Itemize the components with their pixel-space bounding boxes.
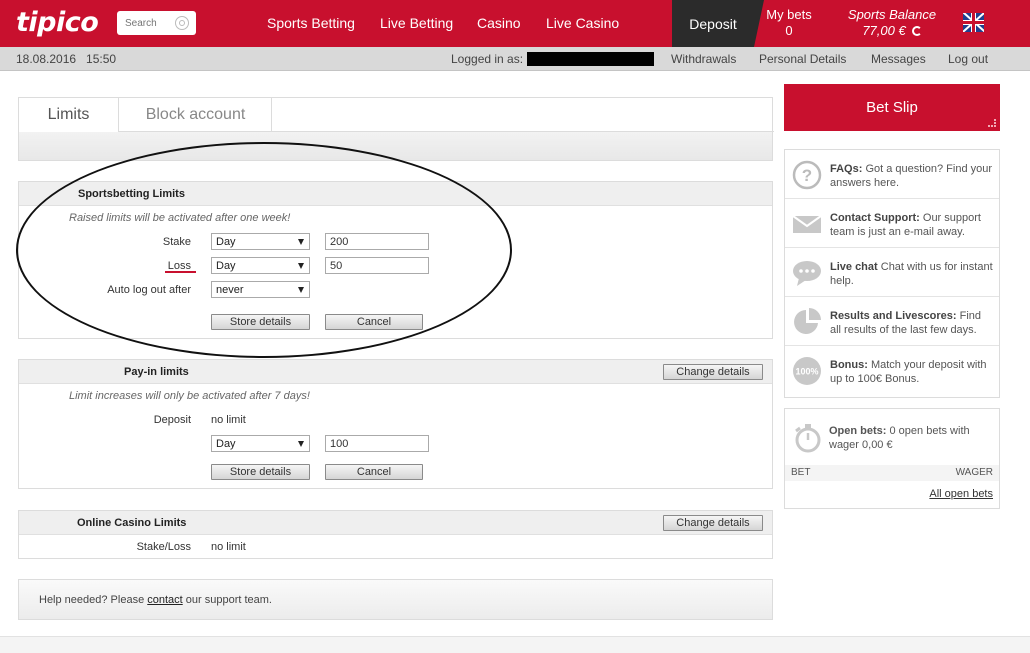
contact-link[interactable]: contact xyxy=(147,594,182,606)
redacted-username xyxy=(527,52,654,66)
uk-flag-icon[interactable] xyxy=(963,13,984,32)
chat-icon xyxy=(793,261,821,286)
account-bar: 18.08.2016 15:50 Logged in as: Withdrawa… xyxy=(0,47,1030,71)
withdrawals-link[interactable]: Withdrawals xyxy=(671,52,736,66)
casino-limits-section: Online Casino Limits Change details Stak… xyxy=(18,510,773,559)
messages-link[interactable]: Messages xyxy=(871,52,926,66)
bonus-item[interactable]: 100% Bonus: Match your deposit with up t… xyxy=(785,346,999,395)
bet-slip-label: Bet Slip xyxy=(866,99,918,116)
loss-period-select[interactable]: Day xyxy=(211,257,310,274)
contact-support-item[interactable]: Contact Support: Our support team is jus… xyxy=(785,199,999,248)
cancel-button[interactable]: Cancel xyxy=(325,464,423,480)
payin-amount-input[interactable] xyxy=(325,435,429,452)
open-bets-header: BET WAGER xyxy=(785,465,999,481)
search-icon[interactable] xyxy=(175,16,189,30)
my-bets-label: My bets xyxy=(766,7,812,22)
section-title: Sportsbetting Limits xyxy=(78,188,185,200)
my-bets-count: 0 xyxy=(785,23,793,38)
balance-value: 77,00 € xyxy=(862,23,906,38)
logout-link[interactable]: Log out xyxy=(948,52,988,66)
limits-note: Raised limits will be activated after on… xyxy=(69,212,291,224)
nav-sports-betting[interactable]: Sports Betting xyxy=(267,15,355,31)
top-header: tipico Sports Betting Live Betting Casin… xyxy=(0,0,1030,47)
balance-label: Sports Balance xyxy=(847,7,937,22)
svg-text:?: ? xyxy=(802,166,812,185)
bet-column-header: BET xyxy=(791,467,811,478)
sports-balance[interactable]: Sports Balance 77,00 € xyxy=(843,7,941,39)
logged-in-label: Logged in as: xyxy=(451,52,524,66)
pie-chart-icon xyxy=(794,308,821,334)
question-icon: ? xyxy=(792,160,822,190)
footer-strip xyxy=(0,636,1030,653)
section-title: Online Casino Limits xyxy=(77,517,187,529)
stake-loss-value: no limit xyxy=(211,541,246,553)
tab-limits[interactable]: Limits xyxy=(19,98,119,132)
payin-note: Limit increases will only be activated a… xyxy=(69,390,310,402)
deposit-value: no limit xyxy=(211,414,246,426)
stake-period-select[interactable]: Day xyxy=(211,233,310,250)
my-bets-button[interactable]: My bets 0 xyxy=(762,7,816,39)
resize-grip-icon xyxy=(988,119,996,127)
payin-period-select[interactable]: Day xyxy=(211,435,310,452)
tipico-logo[interactable]: tipico xyxy=(16,7,99,38)
personal-details-link[interactable]: Personal Details xyxy=(759,52,846,66)
chevron-down-icon xyxy=(298,239,304,245)
bonus-100-icon: 100% xyxy=(793,357,821,385)
sportsbetting-limits-section: Sportsbetting Limits Raised limits will … xyxy=(18,181,773,339)
wager-column-header: WAGER xyxy=(955,467,993,478)
section-title: Pay-in limits xyxy=(124,366,189,378)
autologout-label: Auto log out after xyxy=(107,284,191,296)
bet-slip-button[interactable]: Bet Slip xyxy=(784,84,1000,131)
stake-label: Stake xyxy=(162,236,191,248)
all-open-bets-link[interactable]: All open bets xyxy=(929,488,993,500)
cancel-button[interactable]: Cancel xyxy=(325,314,423,330)
help-box: Help needed? Please contact our support … xyxy=(18,579,773,620)
tabs-panel: Limits Block account xyxy=(18,97,774,161)
search-box[interactable] xyxy=(117,11,196,35)
nav-casino[interactable]: Casino xyxy=(477,15,521,31)
payin-limits-section: Pay-in limits Change details Limit incre… xyxy=(18,359,773,489)
chevron-down-icon xyxy=(298,263,304,269)
stopwatch-icon xyxy=(795,424,821,453)
chevron-down-icon xyxy=(298,441,304,447)
autologout-select[interactable]: never xyxy=(211,281,310,298)
support-info-box: ? FAQs: Got a question? Find your answer… xyxy=(784,149,1000,398)
help-text-suffix: our support team. xyxy=(182,594,272,606)
tab-block-account[interactable]: Block account xyxy=(120,98,272,131)
open-bets-box: Open bets: 0 open bets with wager 0,00 €… xyxy=(784,408,1000,509)
deposit-label: Deposit xyxy=(153,414,191,426)
live-chat-item[interactable]: Live chat Chat with us for instant help. xyxy=(785,248,999,297)
change-details-button[interactable]: Change details xyxy=(663,515,763,531)
loss-amount-input[interactable] xyxy=(325,257,429,274)
store-details-button[interactable]: Store details xyxy=(211,464,310,480)
results-livescores-item[interactable]: Results and Livescores: Find all results… xyxy=(785,297,999,346)
stake-loss-label: Stake/Loss xyxy=(136,541,191,553)
deposit-button[interactable]: Deposit xyxy=(672,0,764,47)
chevron-down-icon xyxy=(298,287,304,293)
change-details-button[interactable]: Change details xyxy=(663,364,763,380)
stake-amount-input[interactable] xyxy=(325,233,429,250)
nav-live-betting[interactable]: Live Betting xyxy=(380,15,453,31)
loss-underline-annotation xyxy=(165,271,196,273)
search-input[interactable] xyxy=(125,12,177,34)
refresh-icon[interactable] xyxy=(911,26,922,36)
date-time: 18.08.2016 15:50 xyxy=(16,52,117,66)
help-text: Help needed? Please xyxy=(39,594,148,606)
faq-item[interactable]: ? FAQs: Got a question? Find your answer… xyxy=(785,150,999,199)
svg-text:100%: 100% xyxy=(795,367,818,377)
mail-icon xyxy=(792,215,822,233)
nav-live-casino[interactable]: Live Casino xyxy=(546,15,619,31)
store-details-button[interactable]: Store details xyxy=(211,314,310,330)
